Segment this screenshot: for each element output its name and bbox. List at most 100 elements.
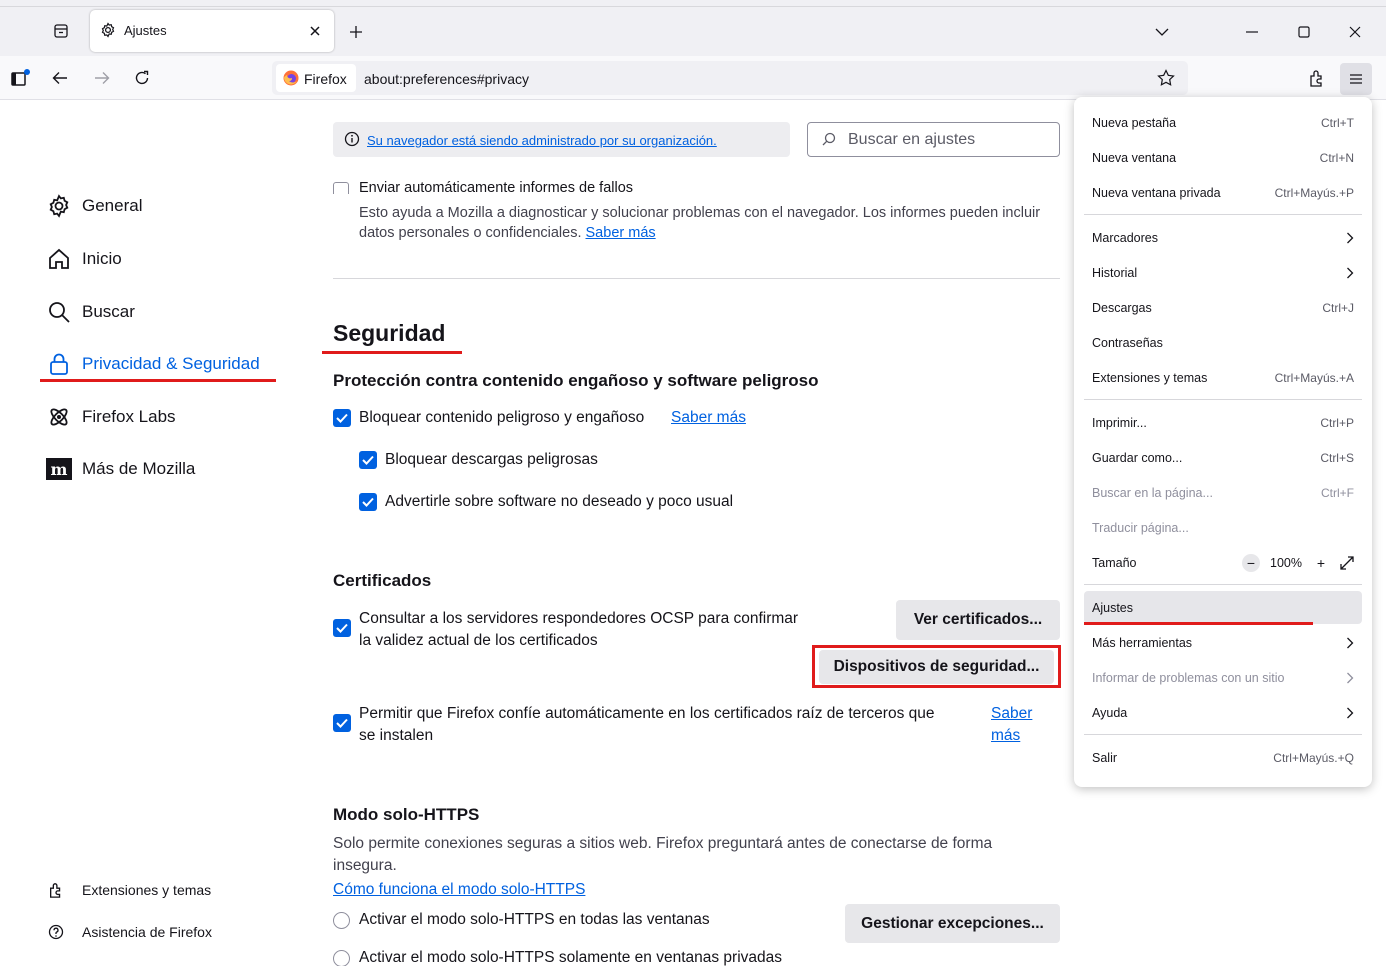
menu-item-translate[interactable]: Traducir página... [1084,511,1362,544]
menu-separator [1084,399,1362,400]
ocsp-label: Consultar a los servidores respondedores… [359,610,799,649]
menu-item-history[interactable]: Historial [1084,256,1362,289]
red-underline-annotation [1084,622,1313,625]
warn-unwanted-label: Advertirle sobre software no deseado y p… [385,493,734,510]
maximize-icon[interactable] [1292,20,1316,44]
sidebar-item-more-mozilla[interactable]: m Más de Mozilla [46,451,195,487]
labs-icon [46,404,72,430]
sidebar-item-firefox-labs[interactable]: Firefox Labs [46,399,176,435]
menu-item-new-private-window[interactable]: Nueva ventana privada Ctrl+Mayús.+P [1084,176,1362,209]
list-all-tabs-icon[interactable] [1150,20,1174,44]
zoom-in-button[interactable]: + [1312,554,1330,572]
red-underline-annotation [40,379,276,382]
sidebar-item-label: Firefox Labs [82,407,176,426]
sidebar-item-label: General [82,196,143,215]
menu-item-more-tools[interactable]: Más herramientas [1084,626,1362,659]
ocsp-checkbox[interactable] [333,619,351,637]
settings-search[interactable] [807,122,1060,157]
menu-item-save-as[interactable]: Guardar como... Ctrl+S [1084,441,1362,474]
block-dangerous-checkbox[interactable] [333,409,351,427]
menu-separator [1084,214,1362,215]
learn-more-link[interactable]: Saber más [991,703,1032,747]
tab-settings[interactable]: Ajustes [90,10,334,52]
clipped-region: Enviar automáticamente informes de fallo… [333,164,1073,194]
menu-item-bookmarks[interactable]: Marcadores [1084,221,1362,254]
sidebar-item-privacy[interactable]: Privacidad & Seguridad [46,346,260,382]
sidebar-item-search[interactable]: Buscar [46,294,135,330]
app-menu-button[interactable] [1340,63,1372,95]
menu-item-extensions-themes[interactable]: Extensiones y temas Ctrl+Mayús.+A [1084,361,1362,394]
tab-title: Ajustes [124,23,167,38]
svg-text:m: m [51,460,68,479]
menu-item-help[interactable]: Ayuda [1084,696,1362,729]
new-tab-icon[interactable] [344,20,368,44]
sidebar-footer-support[interactable]: Asistencia de Firefox [46,924,212,940]
sidebar-footer-extensions[interactable]: Extensiones y temas [46,882,211,898]
block-dangerous-label: Bloquear contenido peligroso y engañoso [359,409,645,426]
chevron-right-icon [1347,637,1354,648]
bookmark-star-icon[interactable] [1154,66,1178,90]
menu-item-report-site[interactable]: Informar de problemas con un sitio [1084,661,1362,694]
chevron-right-icon [1347,707,1354,718]
fullscreen-icon[interactable] [1340,555,1354,570]
protection-heading: Protección contra contenido engañoso y s… [333,371,819,390]
policy-notice: Su navegador está siendo administrado po… [333,122,790,157]
https-only-heading: Modo solo-HTTPS [333,805,480,824]
third-party-certs-checkbox[interactable] [333,714,351,732]
menu-item-print[interactable]: Imprimir... Ctrl+P [1084,406,1362,439]
menu-item-downloads[interactable]: Descargas Ctrl+J [1084,291,1362,324]
menu-separator [1084,734,1362,735]
minimize-icon[interactable] [1240,20,1264,44]
lock-icon [46,351,72,377]
menu-item-new-window[interactable]: Nueva ventana Ctrl+N [1084,141,1362,174]
menu-item-find-in-page[interactable]: Buscar en la página... Ctrl+F [1084,476,1362,509]
menu-item-new-tab[interactable]: Nueva pestaña Ctrl+T [1084,106,1362,139]
zoom-out-button[interactable]: − [1242,553,1261,572]
crash-report-checkbox[interactable] [333,182,349,194]
forward-icon[interactable] [90,66,114,90]
https-private-windows-radio[interactable] [333,950,350,966]
mozilla-icon: m [46,456,72,482]
close-tab-icon[interactable] [304,20,326,42]
security-devices-button[interactable]: Dispositivos de seguridad... [819,650,1054,684]
back-icon[interactable] [48,66,72,90]
search-icon [822,132,836,151]
third-party-certs-label: Permitir que Firefox confíe automáticame… [359,705,935,744]
footer-label: Extensiones y temas [82,882,212,898]
crash-report-description: Esto ayuda a Mozilla a diagnosticar y so… [359,205,1041,241]
https-only-description: Solo permite conexiones seguras a sitios… [333,835,993,874]
search-icon [46,299,72,325]
manage-exceptions-button[interactable]: Gestionar excepciones... [845,904,1060,943]
menu-item-settings[interactable]: Ajustes [1084,591,1362,624]
https-only-learn-link[interactable]: Cómo funciona el modo solo-HTTPS [333,880,585,900]
divider [333,278,1060,279]
url-text[interactable]: about:preferences#privacy [364,71,529,87]
zoom-level[interactable]: 100% [1270,556,1302,570]
section-title-security: Seguridad [333,320,446,346]
view-certificates-button[interactable]: Ver certificados... [896,600,1060,640]
firefox-logo-icon [283,70,299,86]
chevron-right-icon [1347,267,1354,278]
menu-item-passwords[interactable]: Contraseñas [1084,326,1362,359]
policy-link[interactable]: Su navegador está siendo administrado po… [367,133,717,148]
search-input[interactable] [848,129,1048,151]
extensions-icon [46,882,66,898]
block-downloads-label: Bloquear descargas peligrosas [385,451,598,468]
tab-overview-icon[interactable] [50,20,72,42]
warn-unwanted-checkbox[interactable] [359,493,377,511]
gear-icon [46,193,72,219]
extensions-icon[interactable] [1305,66,1329,90]
learn-more-link[interactable]: Saber más [586,225,656,241]
close-window-icon[interactable] [1343,20,1367,44]
https-all-windows-radio[interactable] [333,912,350,929]
block-downloads-checkbox[interactable] [359,451,377,469]
sidebar-item-general[interactable]: General [46,188,142,224]
gear-icon [100,22,116,43]
sidebar-item-home[interactable]: Inicio [46,241,122,277]
sidebar-toggle-icon[interactable] [8,66,34,90]
chevron-right-icon [1347,672,1354,683]
menu-separator [1084,584,1362,585]
reload-icon[interactable] [130,66,154,90]
menu-item-exit[interactable]: Salir Ctrl+Mayús.+Q [1084,741,1362,774]
learn-more-link[interactable]: Saber más [671,408,746,428]
